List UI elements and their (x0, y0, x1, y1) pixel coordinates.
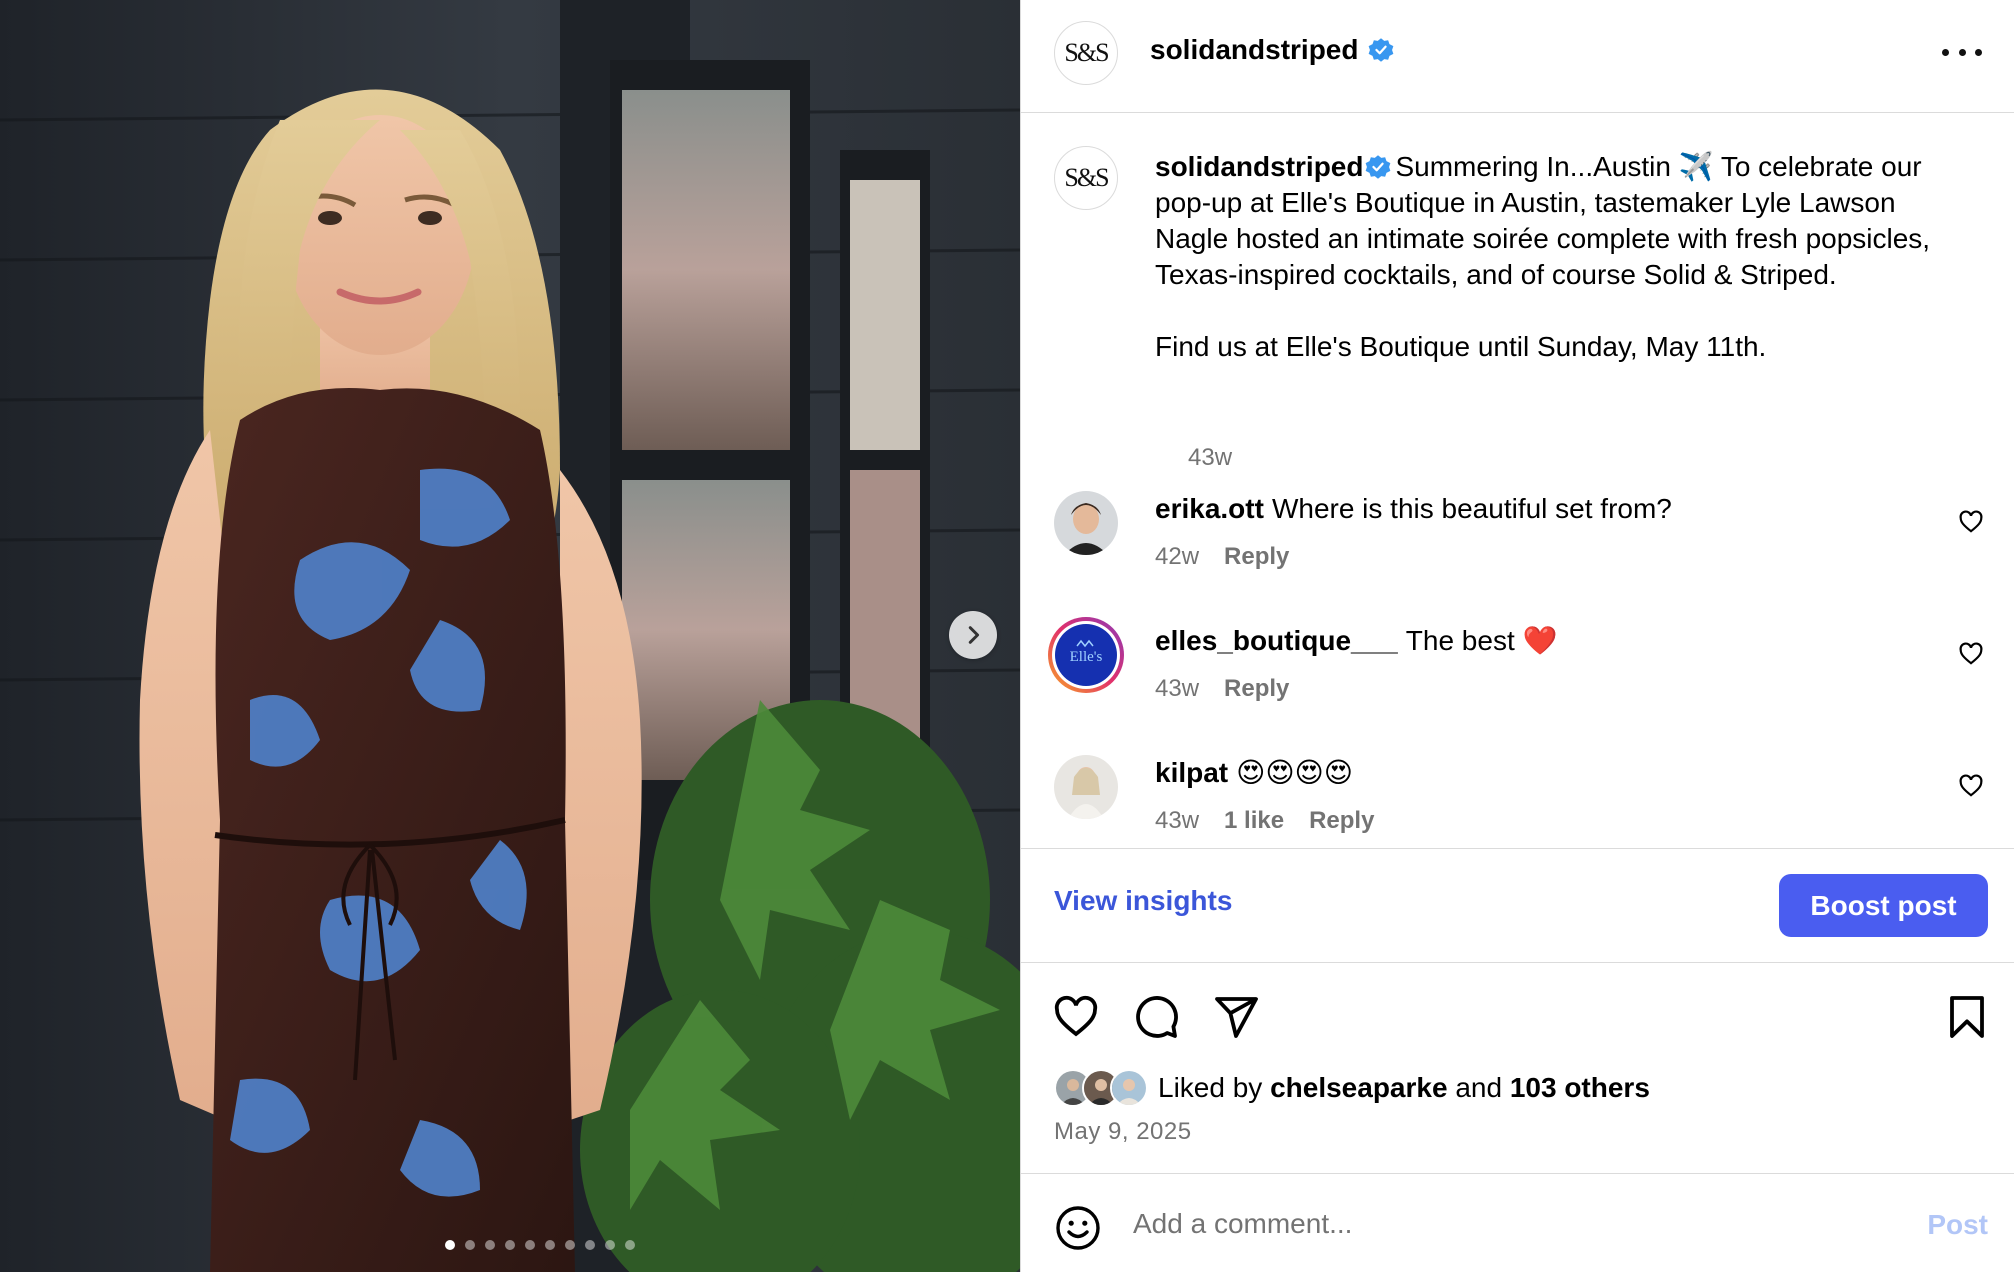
carousel-indicators (0, 1240, 1020, 1250)
commenter-username[interactable]: erika.ott (1155, 493, 1264, 524)
comment-text: elles_boutique___ The best ❤️ (1155, 623, 1557, 659)
liked-by-user[interactable]: chelseaparke (1270, 1072, 1447, 1104)
carousel-dot (505, 1240, 515, 1250)
post-date[interactable]: May 9, 2025 (1054, 1118, 1192, 1146)
carousel-dot (545, 1240, 555, 1250)
comment-meta: 42w Reply (1155, 543, 1289, 571)
carousel-dot (465, 1240, 475, 1250)
comment-text: kilpat 😍😍😍😍 (1155, 755, 1353, 791)
comment-heart-icon[interactable] (1958, 509, 1984, 535)
author-username[interactable]: solidandstriped (1150, 34, 1394, 66)
commenter-avatar[interactable]: Elle's (1047, 616, 1125, 694)
reply-button[interactable]: Reply (1309, 807, 1374, 835)
liker-avatar (1110, 1069, 1148, 1107)
caption-username[interactable]: solidandstriped (1155, 151, 1363, 182)
comment-meta: 43w 1 like Reply (1155, 807, 1374, 835)
verified-badge-icon (1369, 38, 1394, 62)
carousel-dot (485, 1240, 495, 1250)
comment-input[interactable] (1133, 1199, 1833, 1249)
comment-time[interactable]: 42w (1155, 543, 1199, 571)
liked-by-prefix: Liked by (1158, 1072, 1263, 1103)
commenter-username[interactable]: kilpat (1155, 757, 1228, 788)
post-photo (0, 0, 1020, 1272)
comment-time[interactable]: 43w (1155, 675, 1199, 703)
carousel-dot (565, 1240, 575, 1250)
comment-heart-icon[interactable] (1958, 773, 1984, 799)
comment-item: kilpat 😍😍😍😍 43w 1 like Reply (1054, 755, 1984, 848)
liker-avatars[interactable] (1054, 1069, 1148, 1107)
caption-text: solidandstriped Summering In...Austin ✈️ … (1155, 149, 1965, 365)
elles-logo-text: Elle's (1070, 649, 1103, 665)
comment-meta: 43w Reply (1155, 675, 1289, 703)
liked-by: Liked by chelseaparke and 103 others (1054, 1069, 1650, 1107)
comment-body: 😍😍😍😍 (1236, 757, 1353, 788)
carousel-dot (605, 1240, 615, 1250)
caption-avatar[interactable]: S&S (1054, 146, 1118, 210)
comments-section[interactable]: S&S solidandstriped Summering In...Austin… (1021, 113, 2014, 848)
comment-icon[interactable] (1132, 993, 1180, 1041)
post-details-panel: S&S solidandstriped S&S solidandstriped S… (1020, 0, 2014, 1272)
heart-icon[interactable] (1052, 993, 1100, 1041)
reply-button[interactable]: Reply (1224, 543, 1289, 571)
boost-post-button[interactable]: Boost post (1779, 874, 1988, 937)
more-options-icon[interactable] (1942, 34, 1982, 70)
author-avatar[interactable]: S&S (1054, 21, 1118, 85)
comment-time[interactable]: 43w (1155, 807, 1199, 835)
carousel-dot (585, 1240, 595, 1250)
caption-paragraph-2: Find us at Elle's Boutique until Sunday,… (1155, 331, 1767, 362)
liked-by-others[interactable]: 103 others (1510, 1072, 1650, 1104)
comment-likes-count[interactable]: 1 like (1224, 807, 1284, 835)
commenter-username[interactable]: elles_boutique___ (1155, 625, 1398, 656)
carousel-dot (525, 1240, 535, 1250)
comment-body: The best ❤️ (1405, 625, 1558, 656)
comment-item: Elle's elles_boutique___ The best ❤️ 43w … (1048, 617, 1984, 723)
reply-button[interactable]: Reply (1224, 675, 1289, 703)
post-comment-button[interactable]: Post (1927, 1209, 1988, 1241)
comment-text: erika.ott Where is this beautiful set fro… (1155, 491, 1672, 527)
comment-heart-icon[interactable] (1958, 641, 1984, 667)
view-insights-link[interactable]: View insights (1054, 885, 1232, 917)
post-media[interactable] (0, 0, 1020, 1272)
carousel-dot (625, 1240, 635, 1250)
carousel-dot (445, 1240, 455, 1250)
add-comment-bar: Post (1021, 1174, 2014, 1272)
comment-item: erika.ott Where is this beautiful set fro… (1054, 491, 1984, 591)
post-header: S&S solidandstriped (1021, 0, 2014, 112)
commenter-avatar[interactable] (1054, 491, 1118, 555)
chevron-right-icon (968, 626, 980, 644)
share-icon[interactable] (1212, 993, 1260, 1041)
insights-bar: View insights Boost post (1021, 849, 2014, 962)
bookmark-icon[interactable] (1943, 993, 1991, 1041)
next-slide-button[interactable] (949, 611, 997, 659)
commenter-avatar[interactable] (1054, 755, 1118, 819)
comment-body: Where is this beautiful set from? (1271, 493, 1672, 524)
emoji-icon[interactable] (1054, 1204, 1102, 1252)
liked-by-conjunction: and (1455, 1072, 1503, 1103)
post-actions: Liked by chelseaparke and 103 others May… (1021, 963, 2014, 1173)
author-username-text[interactable]: solidandstriped (1150, 34, 1358, 66)
verified-badge-icon (1366, 155, 1391, 179)
caption-timestamp[interactable]: 43w (1188, 444, 1232, 472)
